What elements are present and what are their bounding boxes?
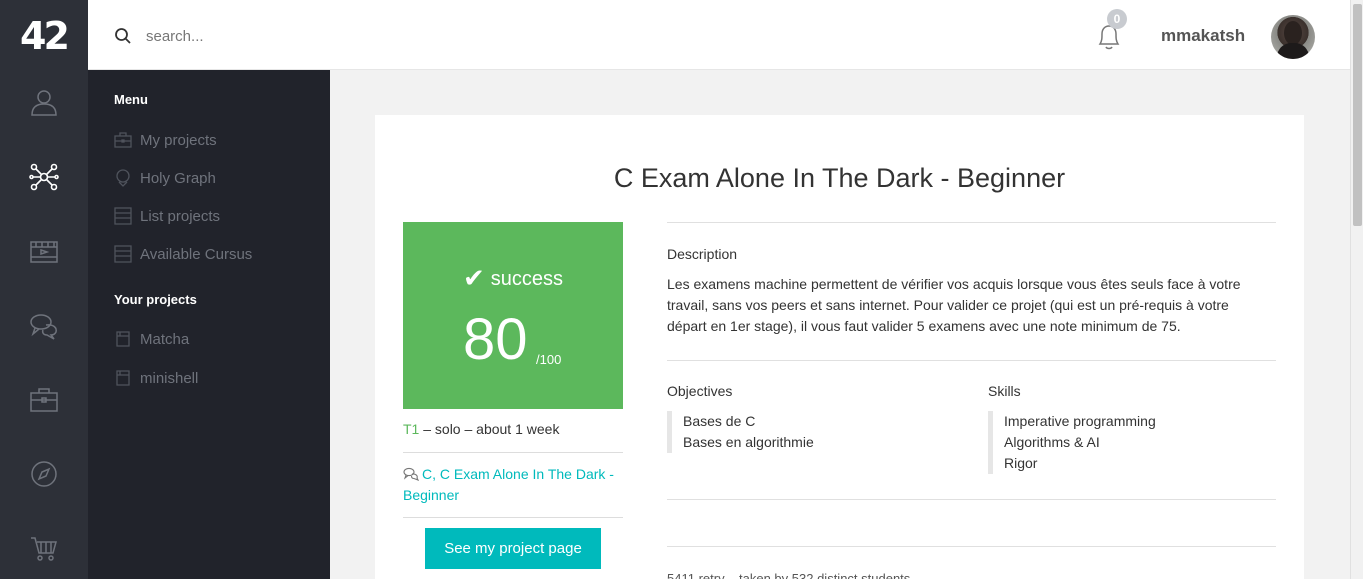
sidebar-item-holy-graph[interactable]: Holy Graph (114, 167, 216, 189)
logo[interactable]: 42 (20, 17, 70, 55)
scrollbar[interactable] (1350, 0, 1363, 579)
tag-link-c[interactable]: C (422, 466, 432, 482)
objectives-label: Objectives (667, 383, 733, 399)
project-meta: T1 – solo – about 1 week (403, 421, 559, 437)
chat-icon[interactable] (28, 310, 60, 342)
sidebar-item-available-cursus[interactable]: Available Cursus (114, 243, 252, 265)
compass-icon[interactable] (28, 458, 60, 490)
briefcase-icon (114, 131, 132, 149)
status-text: success (490, 268, 564, 290)
menu-title: Menu (114, 92, 148, 107)
briefcase-icon[interactable] (28, 384, 60, 416)
box-icon (114, 369, 132, 387)
sidebar-item-matcha[interactable]: Matcha (114, 328, 189, 350)
icon-rail: 42 (0, 0, 88, 579)
list-icon (114, 207, 132, 225)
sidebar-item-minishell[interactable]: minishell (114, 367, 198, 389)
list-item: Bases en algorithmie (683, 434, 814, 450)
tag-separator: , (432, 466, 440, 482)
score-box: ✔ success 80 /100 (403, 222, 623, 409)
avatar[interactable] (1271, 15, 1315, 59)
description-text: Les examens machine permettent de vérifi… (667, 276, 1241, 334)
list-icon (114, 245, 132, 263)
score-max: /100 (536, 352, 562, 367)
top-bar: 0 mmakatsh (88, 0, 1350, 70)
notification-badge: 0 (1107, 9, 1127, 29)
video-icon[interactable] (28, 236, 60, 268)
username[interactable]: mmakatsh (1161, 26, 1245, 46)
sidebar-item-label: Holy Graph (140, 169, 216, 187)
see-project-page-button[interactable]: See my project page (425, 528, 601, 569)
divider (667, 360, 1276, 361)
sidebar-menu: Menu My projects Holy Graph List project… (88, 70, 330, 579)
scrollbar-thumb[interactable] (1353, 4, 1362, 226)
list-item: Imperative programming (1004, 413, 1156, 429)
meta-text: – solo – about 1 week (419, 421, 560, 437)
skills-label: Skills (988, 383, 1021, 399)
user-icon[interactable] (28, 86, 60, 118)
graph-icon[interactable] (28, 161, 60, 193)
sidebar-item-label: Available Cursus (140, 245, 253, 263)
skills-list: Imperative programming Algorithms & AI R… (988, 411, 1156, 474)
score-value: 80 (463, 307, 528, 372)
main-content: C Exam Alone In The Dark - Beginner ✔ suc… (330, 70, 1350, 579)
check-icon: ✔ (462, 264, 485, 294)
app-root: 42 0 mmakatsh Me (0, 0, 1363, 579)
divider (667, 499, 1276, 500)
your-projects-title: Your projects (114, 292, 197, 307)
sidebar-item-label: minishell (140, 369, 199, 387)
sidebar-item-list-projects[interactable]: List projects (114, 205, 220, 227)
list-item: Bases de C (683, 413, 756, 429)
status-label: ✔ success (403, 264, 623, 294)
divider (667, 546, 1276, 547)
project-stats: 5411 retry – taken by 532 distinct stude… (667, 571, 911, 579)
globe-icon (114, 169, 132, 187)
project-tags: C, C Exam Alone In The Dark - Beginner (403, 464, 623, 506)
search-input[interactable] (146, 22, 466, 50)
project-card: C Exam Alone In The Dark - Beginner ✔ suc… (375, 115, 1304, 579)
sidebar-item-label: Matcha (140, 330, 190, 348)
description-label: Description (667, 246, 738, 262)
list-item: Rigor (1004, 455, 1038, 471)
list-item: Algorithms & AI (1004, 434, 1100, 450)
divider (403, 452, 623, 453)
search-icon (115, 28, 131, 44)
page-title: C Exam Alone In The Dark - Beginner (613, 163, 1066, 193)
sidebar-item-my-projects[interactable]: My projects (114, 129, 217, 151)
divider (403, 517, 623, 518)
tier-label: T1 (403, 421, 420, 437)
objectives-list: Bases de C Bases en algorithmie (667, 411, 814, 453)
divider (667, 222, 1276, 223)
sidebar-item-label: My projects (140, 131, 217, 149)
box-icon (114, 330, 132, 348)
cart-icon[interactable] (28, 532, 60, 564)
chat-icon (403, 467, 419, 481)
sidebar-item-label: List projects (140, 207, 221, 225)
